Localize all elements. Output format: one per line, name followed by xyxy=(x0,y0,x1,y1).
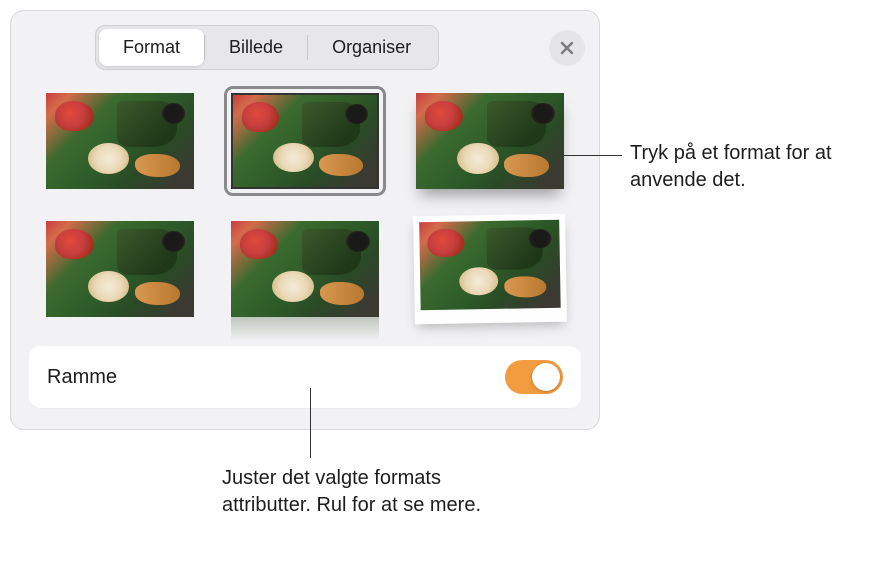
segmented-control: Format Billede Organiser xyxy=(95,25,439,70)
frame-label: Ramme xyxy=(47,366,117,389)
callout-adjust-attributes: Juster det valgte formats attributter. R… xyxy=(222,465,502,519)
style-plain[interactable] xyxy=(41,86,200,196)
format-inspector-panel: Format Billede Organiser xyxy=(10,10,600,430)
toggle-knob xyxy=(532,363,560,391)
frame-row: Ramme xyxy=(29,346,581,409)
image-styles-grid xyxy=(11,80,599,342)
style-polaroid[interactable] xyxy=(410,214,569,324)
callout-leader-line xyxy=(562,155,622,156)
frame-toggle[interactable] xyxy=(505,360,563,394)
style-plain-2[interactable] xyxy=(41,214,200,324)
tab-format[interactable]: Format xyxy=(99,29,204,66)
callout-leader-line xyxy=(310,388,311,458)
close-button[interactable] xyxy=(549,30,585,66)
style-thin-border[interactable] xyxy=(226,86,385,196)
style-shadow[interactable] xyxy=(410,86,569,196)
style-reflection[interactable] xyxy=(226,214,385,324)
tab-organiser[interactable]: Organiser xyxy=(308,29,435,66)
close-icon xyxy=(559,40,575,56)
callout-apply-format: Tryk på et format for at anvende det. xyxy=(630,140,880,194)
tabs-row: Format Billede Organiser xyxy=(11,11,599,80)
tab-billede[interactable]: Billede xyxy=(205,29,307,66)
